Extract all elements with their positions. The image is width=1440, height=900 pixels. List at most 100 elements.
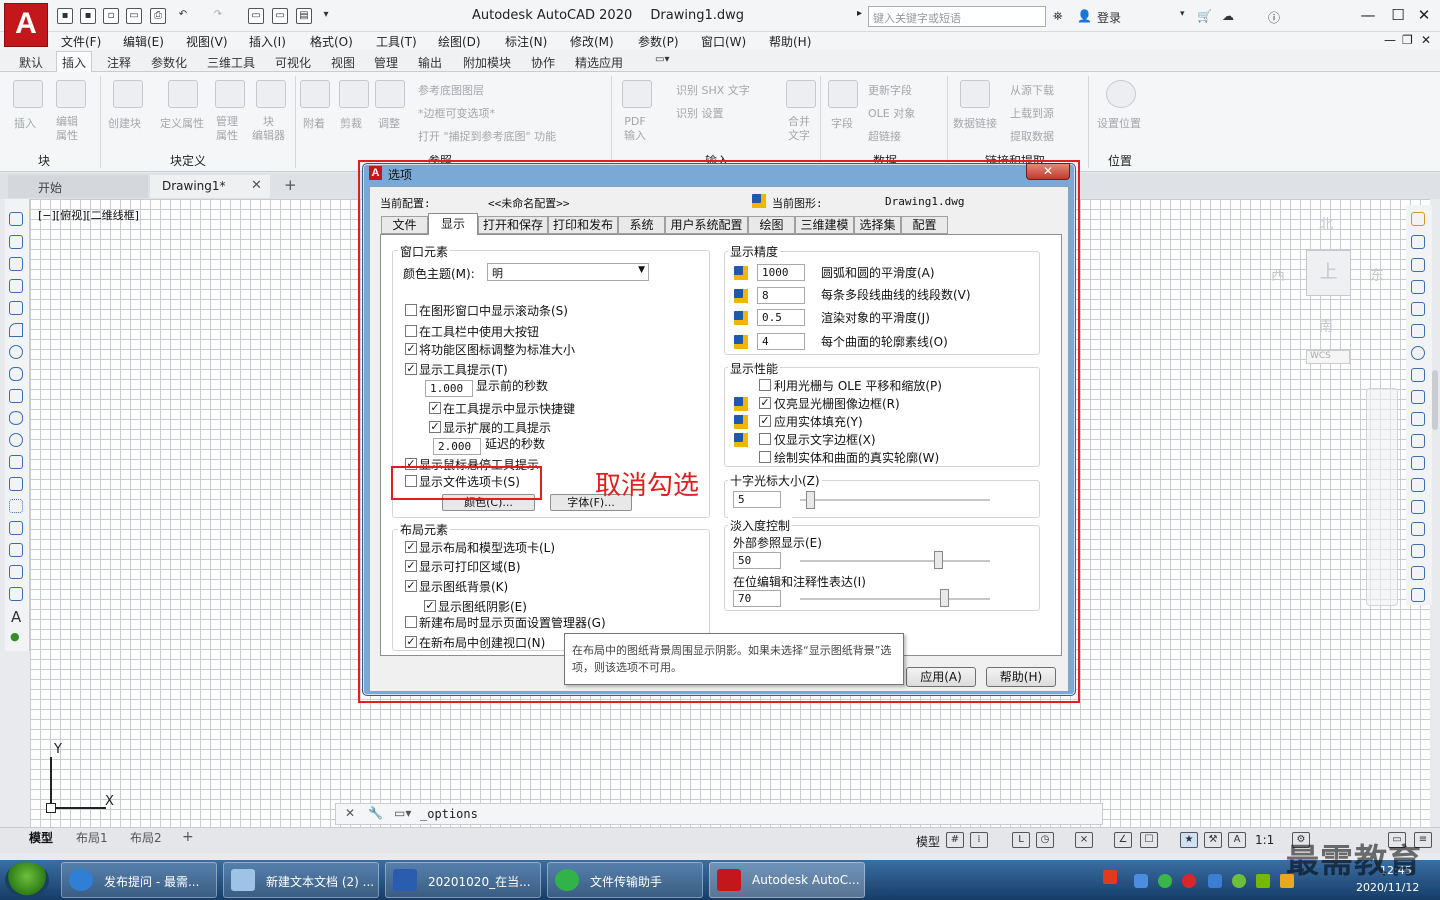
menu-format[interactable]: 格式(O) bbox=[310, 33, 353, 50]
fillet-icon[interactable] bbox=[1411, 544, 1425, 558]
redo-icon[interactable]: ↷ bbox=[210, 8, 226, 24]
copy-icon[interactable] bbox=[1411, 235, 1425, 249]
download-source-button[interactable]: 从源下载 bbox=[1010, 82, 1054, 98]
inplace-fade-slider-track[interactable] bbox=[800, 598, 990, 600]
extended-delay-input[interactable]: 2.000 bbox=[433, 438, 481, 455]
array-icon[interactable] bbox=[1411, 302, 1425, 316]
snap-icon[interactable]: ⁞ bbox=[970, 832, 988, 848]
viewcube-east[interactable]: 东 bbox=[1370, 265, 1384, 285]
table-icon[interactable] bbox=[9, 587, 23, 601]
help-button[interactable]: 帮助(H) bbox=[986, 667, 1056, 687]
inplace-fade-slider-thumb[interactable] bbox=[940, 589, 950, 607]
resize-ribbon-icons-checkbox[interactable]: ✓ bbox=[405, 343, 417, 355]
undo-icon[interactable]: ↶ bbox=[175, 8, 191, 24]
erase-icon[interactable] bbox=[1411, 212, 1425, 226]
show-extended-checkbox[interactable]: ✓ bbox=[429, 421, 441, 433]
vertical-scrollbar[interactable] bbox=[1432, 370, 1438, 430]
point-icon[interactable] bbox=[9, 499, 23, 513]
frame-variable-dropdown[interactable]: *边框可变选项* bbox=[418, 105, 495, 121]
polyline-segments-input[interactable]: 8 bbox=[757, 287, 805, 304]
clock-date[interactable]: 2020/11/12 bbox=[1356, 881, 1419, 894]
layout-tab-model[interactable]: 模型 bbox=[29, 829, 53, 846]
menu-dimension[interactable]: 标注(N) bbox=[505, 33, 547, 50]
viewcube-top[interactable]: 上 bbox=[1306, 250, 1351, 296]
upload-source-button[interactable]: 上载到源 bbox=[1010, 105, 1054, 121]
break-point-icon[interactable] bbox=[1411, 456, 1425, 470]
viewcube-north[interactable]: 北 bbox=[1319, 214, 1333, 234]
menu-window[interactable]: 窗口(W) bbox=[701, 33, 746, 50]
large-buttons-checkbox[interactable] bbox=[405, 325, 417, 337]
tab-open-save[interactable]: 打开和保存 bbox=[478, 216, 548, 234]
trim-icon[interactable] bbox=[1411, 412, 1425, 426]
login-button[interactable]: 登录 bbox=[1097, 9, 1121, 26]
polygon-icon[interactable] bbox=[9, 279, 23, 293]
maximize-button[interactable]: ☐ bbox=[1384, 4, 1412, 28]
command-text[interactable]: _options bbox=[420, 807, 478, 821]
show-page-setup-checkbox[interactable] bbox=[405, 616, 417, 628]
break-icon[interactable] bbox=[1411, 478, 1425, 492]
field-icon[interactable] bbox=[828, 80, 858, 108]
crosshair-slider-track[interactable] bbox=[800, 499, 990, 501]
edit-attribute-icon[interactable] bbox=[56, 80, 86, 108]
new-doc-icon[interactable]: ▭ bbox=[272, 8, 288, 24]
explode-icon[interactable] bbox=[1411, 588, 1425, 602]
autoscale-icon[interactable]: ⚒ bbox=[1204, 832, 1222, 848]
tray-network-icon[interactable] bbox=[1134, 874, 1148, 888]
minimize-button[interactable]: — bbox=[1354, 4, 1382, 28]
panel-block-def-title[interactable]: 块定义 bbox=[170, 152, 206, 169]
ribbon-tab-manage[interactable]: 管理 bbox=[374, 54, 398, 71]
text-frame-checkbox[interactable] bbox=[759, 433, 771, 445]
ribbon-tab-addins[interactable]: 附加模块 bbox=[463, 54, 511, 71]
tab-display[interactable]: 显示 bbox=[428, 213, 478, 235]
ribbon-tab-default[interactable]: 默认 bbox=[19, 54, 43, 71]
save-as-icon[interactable]: ▪ bbox=[80, 8, 96, 24]
xref-fade-slider-thumb[interactable] bbox=[933, 551, 943, 569]
scale-icon[interactable] bbox=[1411, 368, 1425, 382]
crosshair-slider-thumb[interactable] bbox=[805, 491, 815, 509]
layout-tab-layout1[interactable]: 布局1 bbox=[76, 829, 108, 846]
model-space-button[interactable]: 模型 bbox=[916, 833, 940, 850]
tray-leaf-icon[interactable] bbox=[1232, 874, 1246, 888]
xref-fade-input[interactable]: 50 bbox=[733, 552, 781, 569]
chevron-right-icon[interactable]: ▸ bbox=[857, 8, 862, 19]
menu-parametric[interactable]: 参数(P) bbox=[638, 33, 679, 50]
hatch-icon[interactable] bbox=[9, 521, 23, 535]
show-printable-checkbox[interactable]: ✓ bbox=[405, 560, 417, 572]
tab-drafting[interactable]: 绘图 bbox=[748, 216, 795, 234]
crosshair-size-input[interactable]: 5 bbox=[733, 491, 781, 508]
add-selected-icon[interactable]: ● bbox=[10, 630, 20, 643]
doc-restore-icon[interactable]: ❐ bbox=[1402, 33, 1413, 47]
ribbon-tab-view[interactable]: 视图 bbox=[331, 54, 355, 71]
create-block-icon[interactable] bbox=[113, 80, 143, 108]
show-paper-bg-checkbox[interactable]: ✓ bbox=[405, 580, 417, 592]
tray-shield-icon[interactable] bbox=[1208, 874, 1222, 888]
close-tab-icon[interactable]: ✕ bbox=[251, 178, 262, 193]
mtext-icon[interactable]: A bbox=[11, 608, 21, 626]
help-icon[interactable]: ⓘ bbox=[1268, 9, 1280, 26]
ribbon-tab-output[interactable]: 输出 bbox=[418, 54, 442, 71]
update-fields-button[interactable]: 更新字段 bbox=[868, 82, 912, 98]
ribbon-tab-collaborate[interactable]: 协作 bbox=[531, 54, 555, 71]
show-paper-shadow-checkbox[interactable]: ✓ bbox=[424, 600, 436, 612]
tab-profiles[interactable]: 配置 bbox=[901, 216, 948, 234]
show-tooltips-checkbox[interactable]: ✓ bbox=[405, 363, 417, 375]
combine-text-icon[interactable] bbox=[786, 80, 816, 108]
clip-icon[interactable] bbox=[339, 80, 369, 108]
ole-object-button[interactable]: OLE 对象 bbox=[868, 105, 915, 121]
snap-underlay-button[interactable]: 打开 "捕捉到参考底图" 功能 bbox=[418, 128, 556, 144]
layout-tab-layout2[interactable]: 布局2 bbox=[130, 829, 162, 846]
tray-wechat-icon[interactable] bbox=[1158, 874, 1172, 888]
define-attribute-icon[interactable] bbox=[168, 80, 198, 108]
new-icon[interactable]: ▫ bbox=[103, 8, 119, 24]
share-icon[interactable]: ▤ bbox=[296, 8, 312, 24]
join-icon[interactable] bbox=[1411, 500, 1425, 514]
tray-nvidia-icon[interactable] bbox=[1256, 874, 1270, 888]
customize-chevron-icon[interactable]: ▾ bbox=[318, 8, 334, 24]
tooltip-delay-input[interactable]: 1.000 bbox=[425, 380, 473, 397]
solid-fill-checkbox[interactable]: ✓ bbox=[759, 415, 771, 427]
xref-fade-slider-track[interactable] bbox=[800, 560, 990, 562]
ribbon-tab-featured[interactable]: 精选应用 bbox=[575, 54, 623, 71]
menu-insert[interactable]: 插入(I) bbox=[249, 33, 286, 50]
silhouettes-checkbox[interactable] bbox=[759, 451, 771, 463]
ortho-icon[interactable]: L bbox=[1012, 832, 1030, 848]
